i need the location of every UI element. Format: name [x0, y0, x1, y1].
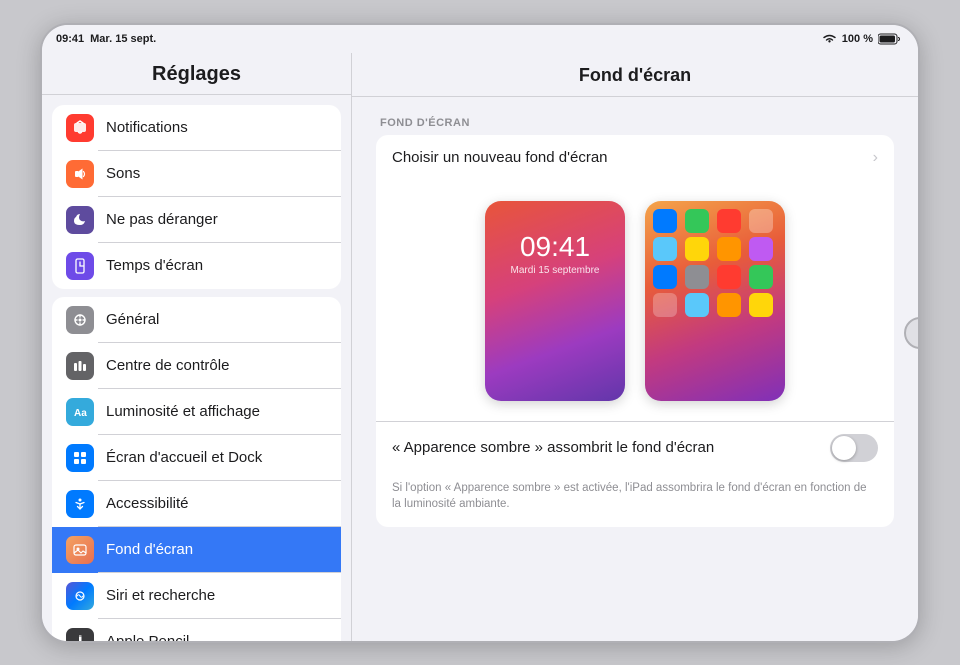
lockscreen-date: Mardi 15 septembre — [511, 265, 600, 276]
status-bar: 09:41 Mar. 15 sept. 100 % — [42, 25, 918, 53]
luminosite-icon: Aa — [66, 398, 94, 426]
siri-icon — [66, 582, 94, 610]
sidebar-section-system: Général Centre de contrôle — [52, 297, 341, 641]
right-panel-title: Fond d'écran — [579, 65, 691, 85]
sidebar-item-ecran-accueil-label: Écran d'accueil et Dock — [106, 449, 262, 466]
sons-icon — [66, 160, 94, 188]
dark-mode-toggle-row[interactable]: « Apparence sombre » assombrit le fond d… — [376, 421, 894, 474]
home-app-6 — [685, 237, 709, 261]
home-app-10 — [685, 265, 709, 289]
general-icon — [66, 306, 94, 334]
fond-ecran-section-label: FOND D'ÉCRAN — [376, 117, 894, 129]
sidebar-scroll[interactable]: Notifications Sons — [42, 95, 351, 641]
fond-ecran-icon — [66, 536, 94, 564]
home-app-5 — [653, 237, 677, 261]
home-app-2 — [685, 209, 709, 233]
main-area: Réglages Notifications — [42, 53, 918, 641]
sidebar-item-ne-pas-deranger-label: Ne pas déranger — [106, 211, 218, 228]
right-panel-content: FOND D'ÉCRAN Choisir un nouveau fond d'é… — [352, 97, 918, 567]
dark-mode-hint: Si l'option « Apparence sombre » est act… — [376, 474, 894, 527]
choose-wallpaper-label: Choisir un nouveau fond d'écran — [392, 149, 873, 166]
home-app-14 — [685, 293, 709, 317]
home-app-3 — [717, 209, 741, 233]
sidebar-item-centre-controle-label: Centre de contrôle — [106, 357, 229, 374]
home-app-1 — [653, 209, 677, 233]
status-bar-right: 100 % — [822, 33, 900, 45]
sidebar-item-centre-controle[interactable]: Centre de contrôle — [52, 343, 341, 389]
home-app-9 — [653, 265, 677, 289]
notifications-icon — [66, 114, 94, 142]
right-panel: Fond d'écran FOND D'ÉCRAN Choisir un nou… — [352, 53, 918, 641]
sidebar-header: Réglages — [42, 53, 351, 95]
sidebar-item-fond-ecran[interactable]: Fond d'écran — [52, 527, 341, 573]
sidebar-section-top: Notifications Sons — [52, 105, 341, 289]
dark-mode-label: « Apparence sombre » assombrit le fond d… — [392, 439, 830, 456]
sidebar-item-siri-label: Siri et recherche — [106, 587, 215, 604]
sidebar-item-apple-pencil[interactable]: Apple Pencil — [52, 619, 341, 641]
ipad-frame: 09:41 Mar. 15 sept. 100 % Réglages — [40, 23, 920, 643]
choose-wallpaper-chevron: › — [873, 149, 878, 167]
sidebar-item-general-label: Général — [106, 311, 159, 328]
home-app-7 — [717, 237, 741, 261]
sidebar-item-ecran-accueil[interactable]: Écran d'accueil et Dock — [52, 435, 341, 481]
svg-text:Aa: Aa — [74, 408, 87, 419]
apple-pencil-icon — [66, 628, 94, 641]
sidebar-item-general[interactable]: Général — [52, 297, 341, 343]
home-app-15 — [717, 293, 741, 317]
status-time: 09:41 — [56, 33, 84, 45]
dark-mode-toggle[interactable] — [830, 434, 878, 462]
sidebar-item-apple-pencil-label: Apple Pencil — [106, 633, 189, 641]
sidebar-item-luminosite-label: Luminosité et affichage — [106, 403, 260, 420]
toggle-knob — [832, 436, 856, 460]
home-app-16 — [749, 293, 773, 317]
temps-decran-icon — [66, 252, 94, 280]
home-app-13 — [653, 293, 677, 317]
sidebar-item-notifications-label: Notifications — [106, 119, 188, 136]
sidebar-item-temps-decran-label: Temps d'écran — [106, 257, 203, 274]
sidebar-item-ne-pas-deranger[interactable]: Ne pas déranger — [52, 197, 341, 243]
centre-controle-icon — [66, 352, 94, 380]
status-battery-pct: 100 % — [842, 33, 873, 45]
lockscreen-time: 09:41 — [520, 231, 590, 263]
sidebar-item-sons[interactable]: Sons — [52, 151, 341, 197]
choose-wallpaper-row[interactable]: Choisir un nouveau fond d'écran › — [376, 135, 894, 181]
sidebar-item-sons-label: Sons — [106, 165, 140, 182]
home-app-11 — [717, 265, 741, 289]
battery-icon — [878, 33, 900, 45]
sidebar-title: Réglages — [152, 63, 241, 85]
sidebar: Réglages Notifications — [42, 53, 352, 641]
choose-wallpaper-card: Choisir un nouveau fond d'écran › 09:41 … — [376, 135, 894, 527]
sidebar-item-siri[interactable]: Siri et recherche — [52, 573, 341, 619]
wallpaper-previews: 09:41 Mardi 15 septembre — [376, 181, 894, 421]
ne-pas-deranger-icon — [66, 206, 94, 234]
sidebar-item-luminosite[interactable]: Aa Luminosité et affichage — [52, 389, 341, 435]
homescreen-preview[interactable] — [645, 201, 785, 401]
status-date: Mar. 15 sept. — [90, 33, 156, 45]
wifi-icon — [822, 33, 837, 45]
sidebar-item-fond-ecran-label: Fond d'écran — [106, 541, 193, 558]
status-bar-left: 09:41 Mar. 15 sept. — [56, 33, 156, 45]
sidebar-item-notifications[interactable]: Notifications — [52, 105, 341, 151]
accessibilite-icon — [66, 490, 94, 518]
lockscreen-preview[interactable]: 09:41 Mardi 15 septembre — [485, 201, 625, 401]
home-app-8 — [749, 237, 773, 261]
home-app-12 — [749, 265, 773, 289]
sidebar-item-accessibilite-label: Accessibilité — [106, 495, 189, 512]
right-panel-header: Fond d'écran — [352, 53, 918, 97]
home-app-4 — [749, 209, 773, 233]
sidebar-item-temps-decran[interactable]: Temps d'écran — [52, 243, 341, 289]
sidebar-item-accessibilite[interactable]: Accessibilité — [52, 481, 341, 527]
ecran-accueil-icon — [66, 444, 94, 472]
